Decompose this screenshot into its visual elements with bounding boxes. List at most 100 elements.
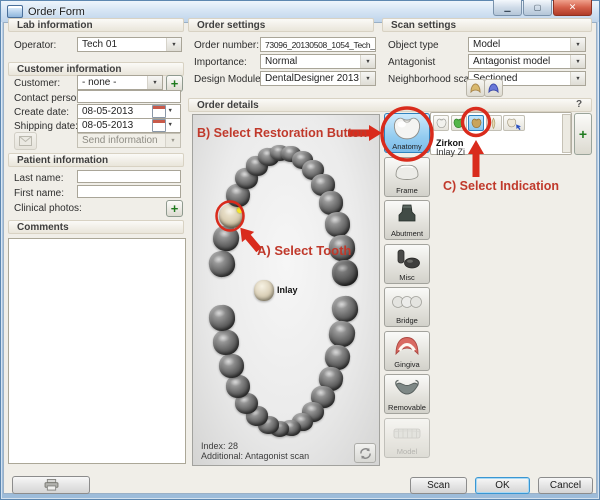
post-icon — [487, 117, 500, 130]
minimize-button[interactable]: ▁ — [493, 0, 522, 16]
restoration-button-frame[interactable]: Frame — [384, 157, 430, 197]
object-type-select[interactable]: Model — [468, 37, 586, 52]
last-name-input[interactable] — [77, 170, 181, 183]
restoration-button-column: Anatomy Frame Abutment Misc Bridge Gingiva Rem… — [384, 113, 430, 458]
inlay-preview-label: Inlay — [277, 285, 298, 295]
model-icon — [391, 419, 423, 447]
contact-person-input[interactable] — [77, 90, 181, 103]
index-text: Index: 28 — [201, 441, 238, 451]
chevron-down-icon — [570, 38, 585, 51]
chevron-down-icon — [360, 72, 375, 85]
cancel-button[interactable]: Cancel — [538, 477, 593, 494]
help-link[interactable]: ? — [576, 99, 582, 110]
printer-icon — [44, 479, 59, 491]
send-information-select[interactable]: Send information — [77, 133, 181, 148]
tooth-lower-15[interactable] — [212, 330, 239, 357]
add-clinical-photo-button[interactable] — [166, 200, 183, 217]
customer-select[interactable]: - none - — [77, 75, 163, 90]
order-number-label: Order number: — [194, 40, 259, 51]
upper-jaw-toggle-button[interactable] — [466, 79, 485, 97]
restoration-button-anatomy[interactable]: Anatomy — [384, 113, 430, 153]
antagonist-select[interactable]: Antagonist model — [468, 54, 586, 69]
indication-button-crown-green[interactable] — [451, 115, 467, 131]
chevron-down-icon — [360, 55, 375, 68]
tooth-lower-2[interactable] — [327, 319, 356, 348]
restoration-label: Frame — [396, 186, 418, 196]
shipping-date-input[interactable]: 08-05-2013 — [77, 118, 181, 133]
selected-tooth-marker — [236, 207, 243, 214]
design-module-select[interactable]: DentalDesigner 2013 — [260, 71, 376, 86]
additional-text: Additional: Antagonist scan — [201, 451, 309, 461]
tooth-scan-icon — [505, 117, 524, 130]
order-details-header: Order details — [188, 98, 592, 112]
calendar-icon[interactable] — [152, 119, 166, 132]
tooth-upper-2[interactable] — [211, 225, 240, 254]
restoration-button-gingiva[interactable]: Gingiva — [384, 331, 430, 371]
operator-select[interactable]: Tech 01 — [77, 37, 182, 52]
lower-jaw-icon — [487, 83, 500, 93]
restoration-button-removable[interactable]: Removable — [384, 374, 430, 414]
restoration-button-misc[interactable]: Misc — [384, 244, 430, 284]
abutment-icon — [393, 201, 421, 229]
ok-button[interactable]: OK — [475, 477, 530, 494]
restoration-label: Gingiva — [394, 360, 419, 370]
importance-select[interactable]: Normal — [260, 54, 376, 69]
restoration-label: Anatomy — [392, 142, 422, 152]
chevron-down-icon — [165, 134, 180, 147]
order-settings-header: Order settings — [188, 18, 374, 32]
misc-icon — [392, 245, 422, 273]
indication-button-tooth-scan[interactable] — [503, 115, 525, 131]
chevron-down-icon — [570, 72, 585, 85]
add-order-line-button[interactable] — [574, 113, 592, 155]
restoration-button-bridge[interactable]: Bridge — [384, 287, 430, 327]
crown-green-icon — [452, 117, 465, 130]
send-information-button[interactable] — [14, 132, 37, 150]
tooth-chart[interactable]: Inlay Index: 28 Additional: Antagonist s… — [192, 114, 380, 466]
importance-label: Importance: — [194, 57, 247, 68]
indication-button-crown-white[interactable] — [433, 115, 449, 131]
rotate-view-button[interactable] — [354, 443, 376, 463]
chevron-down-icon — [570, 55, 585, 68]
restoration-label: Bridge — [396, 316, 418, 326]
annotation-a-label: A) Select Tooth — [257, 243, 351, 258]
last-name-label: Last name: — [14, 173, 63, 184]
contact-person-label: Contact person: — [14, 93, 85, 104]
tooth-upper-1[interactable] — [207, 249, 237, 279]
scan-settings-header: Scan settings — [382, 18, 592, 32]
neighborhood-scan-label: Neighborhood scan — [388, 74, 475, 85]
tooth-lower-16[interactable] — [208, 304, 236, 332]
restoration-button-model[interactable]: Model — [384, 418, 430, 458]
restoration-label: Misc — [399, 273, 414, 283]
lower-jaw-toggle-button[interactable] — [484, 79, 503, 97]
indication-button-inlay-gold[interactable] — [468, 115, 484, 131]
order-number-input[interactable]: 73096_20130508_1054_Tech_01 — [260, 37, 376, 52]
material-type: Inlay Zi — [436, 147, 465, 157]
tooth-lower-1[interactable] — [330, 294, 360, 324]
tooth-upper-16[interactable] — [330, 259, 358, 287]
antagonist-label: Antagonist — [388, 57, 435, 68]
create-date-label: Create date: — [14, 107, 69, 118]
operator-label: Operator: — [14, 40, 56, 51]
customer-label: Customer: — [14, 78, 60, 89]
indication-button-post[interactable] — [486, 115, 502, 131]
app-icon — [7, 5, 23, 18]
gingiva-icon — [392, 332, 422, 360]
tooth-lower-14[interactable] — [218, 353, 244, 378]
comments-textarea[interactable] — [8, 238, 186, 464]
tooth-upper-14[interactable] — [324, 211, 350, 237]
upper-jaw-icon — [469, 83, 482, 93]
restoration-button-abutment[interactable]: Abutment — [384, 200, 430, 240]
create-date-input[interactable]: 08-05-2013 — [77, 104, 181, 119]
customer-information-header: Customer information — [8, 62, 184, 76]
close-button[interactable]: ✕ — [553, 0, 592, 16]
scan-button[interactable]: Scan — [410, 477, 467, 494]
rotate-3d-icon — [359, 447, 372, 460]
print-button[interactable] — [12, 476, 90, 494]
maximize-button[interactable]: ▢ — [523, 0, 552, 16]
inlay-preview-tooth[interactable] — [254, 280, 274, 301]
calendar-icon[interactable] — [152, 105, 166, 118]
indication-scrollbar[interactable] — [562, 114, 571, 153]
first-name-input[interactable] — [77, 185, 181, 198]
anatomy-crown-icon — [391, 114, 423, 142]
annotation-c-label: C) Select Indication — [443, 179, 559, 193]
